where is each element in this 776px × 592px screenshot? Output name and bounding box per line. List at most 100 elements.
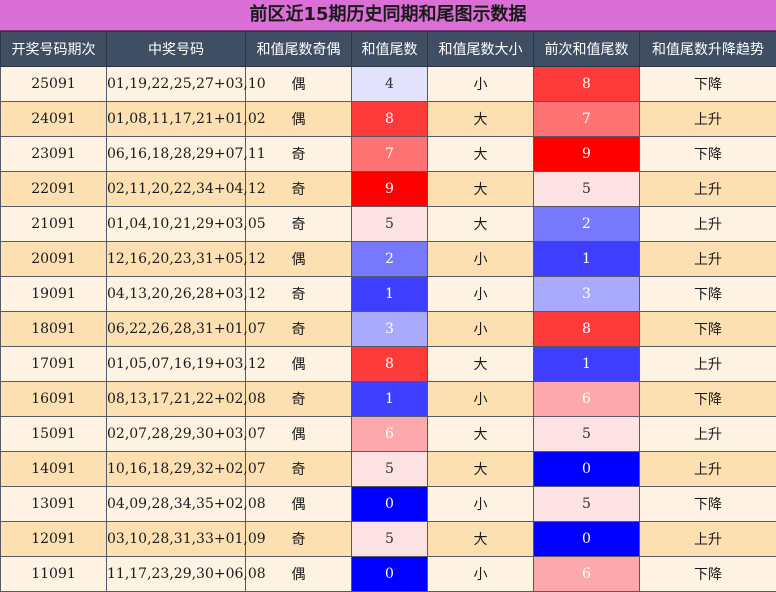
table-row: 24091 01,08,11,17,21+01,02 偶 8 大 7 上升 xyxy=(0,101,776,137)
cell-tail: 2 xyxy=(351,241,428,277)
cell-prev-tail: 0 xyxy=(533,451,640,487)
cell-size: 大 xyxy=(427,451,534,487)
cell-prev-tail: 3 xyxy=(533,276,640,312)
cell-size: 小 xyxy=(427,311,534,347)
cell-trend: 下降 xyxy=(639,381,776,417)
cell-numbers: 01,19,22,25,27+03,10 xyxy=(106,66,266,102)
cell-period: 25091 xyxy=(0,66,107,102)
table-row: 22091 02,11,20,22,34+04,12 奇 9 大 5 上升 xyxy=(0,171,776,207)
table-row: 16091 08,13,17,21,22+02,08 奇 1 小 6 下降 xyxy=(0,381,776,417)
cell-tail: 0 xyxy=(351,556,428,592)
cell-prev-tail: 8 xyxy=(533,311,640,347)
cell-size: 小 xyxy=(427,486,534,522)
cell-trend: 下降 xyxy=(639,311,776,347)
cell-period: 20091 xyxy=(0,241,107,277)
cell-numbers: 04,13,20,26,28+03,12 xyxy=(106,276,266,312)
cell-numbers: 02,07,28,29,30+03,07 xyxy=(106,416,266,452)
header-period: 开奖号码期次 xyxy=(0,31,107,67)
cell-size: 小 xyxy=(427,276,534,312)
table-row: 18091 06,22,26,28,31+01,07 奇 3 小 8 下降 xyxy=(0,311,776,347)
cell-tail: 6 xyxy=(351,416,428,452)
table-row: 23091 06,16,18,28,29+07,11 奇 7 大 9 下降 xyxy=(0,136,776,172)
cell-tail: 5 xyxy=(351,206,428,242)
cell-prev-tail: 5 xyxy=(533,486,640,522)
cell-numbers: 01,05,07,16,19+03,12 xyxy=(106,346,266,382)
cell-period: 19091 xyxy=(0,276,107,312)
cell-trend: 下降 xyxy=(639,136,776,172)
cell-period: 24091 xyxy=(0,101,107,137)
header-row: 开奖号码期次 中奖号码 和值尾数奇偶 和值尾数 和值尾数大小 前次和值尾数 和值… xyxy=(0,31,776,67)
cell-trend: 上升 xyxy=(639,521,776,557)
cell-tail: 7 xyxy=(351,136,428,172)
cell-numbers: 02,11,20,22,34+04,12 xyxy=(106,171,266,207)
cell-numbers: 12,16,20,23,31+05,12 xyxy=(106,241,266,277)
cell-size: 大 xyxy=(427,101,534,137)
cell-tail: 4 xyxy=(351,66,428,102)
cell-period: 18091 xyxy=(0,311,107,347)
cell-period: 13091 xyxy=(0,486,107,522)
table-row: 13091 04,09,28,34,35+02,08 偶 0 小 5 下降 xyxy=(0,486,776,522)
cell-prev-tail: 5 xyxy=(533,416,640,452)
cell-trend: 上升 xyxy=(639,101,776,137)
page-title: 前区近15期历史同期和尾图示数据 xyxy=(0,0,776,31)
cell-period: 21091 xyxy=(0,206,107,242)
cell-prev-tail: 6 xyxy=(533,556,640,592)
cell-prev-tail: 1 xyxy=(533,346,640,382)
cell-tail: 1 xyxy=(351,381,428,417)
cell-size: 大 xyxy=(427,346,534,382)
cell-period: 11091 xyxy=(0,556,107,592)
cell-trend: 上升 xyxy=(639,241,776,277)
cell-tail: 8 xyxy=(351,101,428,137)
cell-prev-tail: 7 xyxy=(533,101,640,137)
cell-size: 大 xyxy=(427,521,534,557)
header-prev-tail: 前次和值尾数 xyxy=(533,31,640,67)
cell-period: 22091 xyxy=(0,171,107,207)
cell-size: 小 xyxy=(427,66,534,102)
table-row: 19091 04,13,20,26,28+03,12 奇 1 小 3 下降 xyxy=(0,276,776,312)
cell-tail: 1 xyxy=(351,276,428,312)
cell-tail: 8 xyxy=(351,346,428,382)
cell-numbers: 03,10,28,31,33+01,09 xyxy=(106,521,266,557)
table-row: 14091 10,16,18,29,32+02,07 奇 5 大 0 上升 xyxy=(0,451,776,487)
cell-trend: 上升 xyxy=(639,171,776,207)
cell-tail: 0 xyxy=(351,486,428,522)
cell-trend: 上升 xyxy=(639,416,776,452)
table-row: 15091 02,07,28,29,30+03,07 偶 6 大 5 上升 xyxy=(0,416,776,452)
cell-trend: 上升 xyxy=(639,346,776,382)
header-numbers: 中奖号码 xyxy=(106,31,246,67)
cell-numbers: 01,08,11,17,21+01,02 xyxy=(106,101,266,137)
header-trend: 和值尾数升降趋势 xyxy=(639,31,776,67)
cell-numbers: 06,16,18,28,29+07,11 xyxy=(106,136,266,172)
cell-trend: 下降 xyxy=(639,66,776,102)
cell-numbers: 11,17,23,29,30+06,08 xyxy=(106,556,266,592)
cell-trend: 上升 xyxy=(639,206,776,242)
cell-prev-tail: 6 xyxy=(533,381,640,417)
table-body: 25091 01,19,22,25,27+03,10 偶 4 小 8 下降 24091 01,0… xyxy=(0,66,776,592)
cell-numbers: 04,09,28,34,35+02,08 xyxy=(106,486,266,522)
cell-prev-tail: 0 xyxy=(533,521,640,557)
cell-prev-tail: 2 xyxy=(533,206,640,242)
cell-tail: 5 xyxy=(351,451,428,487)
cell-period: 12091 xyxy=(0,521,107,557)
cell-prev-tail: 9 xyxy=(533,136,640,172)
cell-numbers: 01,04,10,21,29+03,05 xyxy=(106,206,266,242)
cell-trend: 下降 xyxy=(639,276,776,312)
cell-period: 17091 xyxy=(0,346,107,382)
cell-period: 15091 xyxy=(0,416,107,452)
cell-size: 大 xyxy=(427,171,534,207)
page: 前区近15期历史同期和尾图示数据 开奖号码期次 中奖号码 和值尾数奇偶 和值尾数… xyxy=(0,0,776,592)
table-row: 12091 03,10,28,31,33+01,09 奇 5 大 0 上升 xyxy=(0,521,776,557)
header-parity: 和值尾数奇偶 xyxy=(245,31,352,67)
cell-numbers: 08,13,17,21,22+02,08 xyxy=(106,381,266,417)
cell-prev-tail: 5 xyxy=(533,171,640,207)
cell-period: 14091 xyxy=(0,451,107,487)
cell-size: 小 xyxy=(427,381,534,417)
table-row: 25091 01,19,22,25,27+03,10 偶 4 小 8 下降 xyxy=(0,66,776,102)
cell-size: 大 xyxy=(427,136,534,172)
cell-period: 16091 xyxy=(0,381,107,417)
cell-size: 大 xyxy=(427,206,534,242)
cell-size: 小 xyxy=(427,556,534,592)
cell-trend: 下降 xyxy=(639,486,776,522)
cell-numbers: 10,16,18,29,32+02,07 xyxy=(106,451,266,487)
table-row: 20091 12,16,20,23,31+05,12 偶 2 小 1 上升 xyxy=(0,241,776,277)
